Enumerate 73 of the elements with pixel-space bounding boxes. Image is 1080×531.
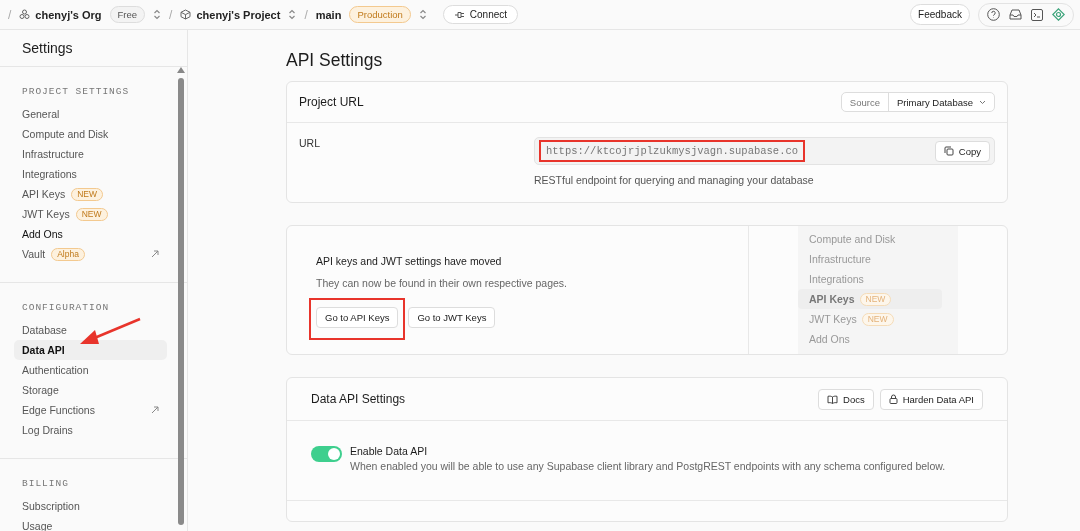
navigate-button[interactable]: Go to API Keys <box>316 307 399 328</box>
sidebar-item[interactable]: Database <box>14 320 167 340</box>
status-badge: Alpha <box>51 247 85 261</box>
url-field[interactable]: https://ktcojrjplzukmysjvagn.supabase.co Copy <box>534 137 995 165</box>
section-heading: BILLING <box>22 477 69 489</box>
toggle-switch[interactable] <box>311 446 342 462</box>
plan-badge: Free <box>109 6 146 23</box>
harden-button[interactable]: Harden Data API <box>879 388 983 410</box>
sidebar-item[interactable]: Integrations <box>14 164 167 184</box>
breadcrumb-separator: / <box>304 7 308 22</box>
sidebar-item[interactable]: Log Drains <box>14 420 167 440</box>
field-hint: RESTful endpoint for querying and managing your database <box>534 174 815 186</box>
scrollbar-thumb[interactable] <box>178 78 184 525</box>
toggle-description: When enabled you will be able to use any Supabase client library and PostgREST endpoints with any schema configured below. <box>350 460 946 472</box>
plug-icon <box>453 10 465 19</box>
chevron-down-icon <box>979 99 986 105</box>
section-heading: PROJECT SETTINGS <box>22 85 130 97</box>
sidebar-item[interactable]: Data API <box>14 340 167 360</box>
field-label: URL <box>299 137 321 151</box>
preview-item: Infrastructure <box>808 252 872 267</box>
preview-item: Add Ons <box>808 332 851 347</box>
sidebar-item[interactable]: JWT Keys NEW <box>14 204 167 224</box>
org-name[interactable]: chenyj's Org <box>35 8 102 21</box>
navigate-button[interactable]: Go to JWT Keys <box>408 307 496 328</box>
inbox-icon[interactable] <box>1009 9 1022 20</box>
terminal-icon[interactable] <box>1031 8 1043 21</box>
sidebar-item[interactable]: Add Ons <box>14 224 167 244</box>
card-title: Data API Settings <box>311 392 406 406</box>
chevron-updown-icon[interactable] <box>288 9 297 20</box>
status-badge: NEW <box>859 292 892 306</box>
sidebar-title: Settings <box>22 40 73 56</box>
chevron-updown-icon[interactable] <box>153 9 162 20</box>
notice-title: API keys and JWT settings have moved <box>316 255 503 267</box>
sidebar-item[interactable]: Authentication <box>14 360 167 380</box>
sidebar-item[interactable]: Subscription <box>14 496 167 516</box>
breadcrumb-separator: / <box>8 7 12 22</box>
sidebar-item[interactable]: Vault Alpha <box>14 244 167 264</box>
status-badge: NEW <box>71 187 104 201</box>
card-title: Project URL <box>299 95 364 109</box>
status-badge: NEW <box>861 312 894 326</box>
org-icon <box>19 9 31 20</box>
breadcrumb-separator: / <box>169 7 173 22</box>
notice-text: They can now be found in their own respective pages. <box>316 277 568 289</box>
copy-button[interactable]: Copy <box>934 140 990 162</box>
help-icon[interactable] <box>987 8 1000 21</box>
project-name[interactable]: chenyj's Project <box>196 8 281 21</box>
copy-icon <box>943 146 954 156</box>
sidebar-item[interactable]: Compute and Disk <box>14 124 167 144</box>
book-icon <box>827 394 839 404</box>
sidebar-item[interactable]: General <box>14 104 167 124</box>
sidebar-item[interactable]: Edge Functions <box>14 400 167 420</box>
sidebar-item[interactable]: Storage <box>14 380 167 400</box>
sidebar-item[interactable]: Infrastructure <box>14 144 167 164</box>
environment-badge: Production <box>349 6 411 23</box>
branch-name[interactable]: main <box>315 8 342 21</box>
scroll-up-icon[interactable] <box>177 67 185 73</box>
toggle-label: Enable Data API <box>350 445 429 457</box>
cube-icon <box>180 9 192 20</box>
preview-item: JWT Keys NEW <box>798 309 942 329</box>
preview-item: Integrations <box>808 272 865 287</box>
preview-item: Compute and Disk <box>808 232 897 247</box>
chevron-updown-icon[interactable] <box>418 9 427 20</box>
source-selector[interactable]: Source Primary Database <box>840 92 995 112</box>
diamond-logo-icon[interactable] <box>1052 8 1065 21</box>
status-badge: NEW <box>75 207 108 221</box>
page-title: API Settings <box>286 50 384 72</box>
connect-button[interactable]: Connect <box>442 5 519 24</box>
feedback-button[interactable]: Feedback <box>910 4 970 25</box>
docs-button[interactable]: Docs <box>818 388 874 410</box>
preview-item: API Keys NEW <box>798 289 942 309</box>
section-heading: CONFIGURATION <box>22 301 110 313</box>
sidebar-item[interactable]: API Keys NEW <box>14 184 167 204</box>
lock-icon <box>888 394 898 404</box>
